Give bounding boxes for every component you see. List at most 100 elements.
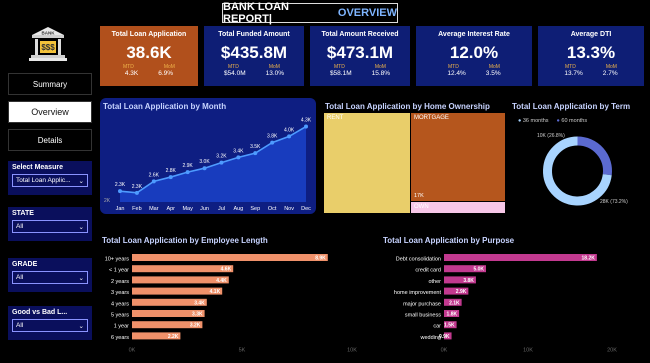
bar-category-label: wedding bbox=[420, 335, 442, 341]
grade-select[interactable]: All ⌄ bbox=[12, 271, 88, 284]
nav-overview-button[interactable]: Overview bbox=[8, 101, 92, 123]
month-data-label: 2.3K bbox=[132, 184, 143, 190]
kpi-title: Total Amount Received bbox=[321, 31, 399, 38]
kpi-sub: $54.0M 13.0% bbox=[223, 70, 285, 77]
bar-category-label: 2 years bbox=[111, 279, 129, 285]
x-tick-label: 10K bbox=[347, 348, 357, 354]
kpi-value: 13.3% bbox=[566, 43, 616, 62]
kpi-sub: $58.1M 15.8% bbox=[329, 70, 391, 77]
month-point bbox=[304, 124, 308, 129]
nav-details-button[interactable]: Details bbox=[8, 129, 92, 151]
bar-value-label: 2.9K bbox=[456, 289, 467, 295]
kpi-title: Average Interest Rate bbox=[438, 31, 510, 38]
bar-value-label: 5.0K bbox=[473, 267, 484, 273]
svg-text:$$$: $$$ bbox=[41, 43, 55, 52]
state-select[interactable]: All ⌄ bbox=[12, 220, 88, 233]
bar-category-label: credit card bbox=[415, 268, 441, 274]
kpi-card-amount-received: Total Amount Received $473.1M MTD MoM $58… bbox=[310, 26, 410, 86]
bar bbox=[132, 265, 234, 273]
month-tick-label: Dec bbox=[301, 206, 311, 212]
month-tick-label: Sep bbox=[250, 206, 260, 212]
treemap-label: MORTGAGE bbox=[414, 115, 449, 121]
month-tick-label: Feb bbox=[132, 206, 141, 212]
bar-value-label: 0.9K bbox=[439, 334, 450, 340]
bar-category-label: 10+ years bbox=[105, 257, 130, 263]
month-data-label: 4.3K bbox=[301, 118, 312, 124]
bar-value-label: 4.6K bbox=[221, 267, 232, 273]
state-filter: STATE All ⌄ bbox=[8, 207, 92, 241]
treemap-label: RENT bbox=[327, 115, 344, 121]
month-point bbox=[151, 179, 156, 184]
month-point bbox=[219, 160, 224, 165]
kpi-card-interest-rate: Average Interest Rate 12.0% MTD MoM 12.4%… bbox=[416, 26, 532, 86]
filter-label: Select Measure bbox=[12, 164, 63, 171]
x-tick-label: 0K bbox=[129, 348, 136, 354]
bar bbox=[132, 254, 328, 261]
month-data-label: 3.4K bbox=[233, 148, 244, 154]
good-bad-loan-select[interactable]: All ⌄ bbox=[12, 319, 88, 332]
select-value: All bbox=[16, 322, 24, 329]
month-point bbox=[287, 134, 292, 139]
chevron-down-icon: ⌄ bbox=[78, 177, 84, 185]
bar-value-label: 1.5K bbox=[444, 323, 455, 329]
x-tick-label: 20K bbox=[607, 348, 617, 354]
bar-category-label: major purchase bbox=[403, 301, 441, 307]
month-tick-label: Apr bbox=[166, 206, 175, 212]
measure-select[interactable]: Total Loan Applic... ⌄ bbox=[12, 174, 88, 187]
filter-label: Good vs Bad L... bbox=[12, 309, 68, 316]
month-data-label: 3.8K bbox=[267, 134, 278, 140]
purpose-chart-title: Total Loan Application by Purpose bbox=[383, 236, 515, 245]
month-tick-label: Jan bbox=[116, 206, 125, 212]
month-data-label: 2.9K bbox=[182, 163, 193, 169]
kpi-sub: 4.3K 6.9% bbox=[124, 70, 174, 77]
term-chart-title: Total Loan Application by Term bbox=[512, 102, 631, 111]
month-tick-label: Oct bbox=[268, 206, 277, 212]
month-y-tick: 2K bbox=[104, 198, 111, 204]
bar-value-label: 2.2K bbox=[168, 334, 179, 340]
treemap-rent[interactable]: RENT bbox=[324, 113, 410, 213]
kpi-value: 12.0% bbox=[449, 43, 499, 62]
bar-category-label: Debt consolidation bbox=[396, 257, 441, 263]
kpi-title: Total Loan Application bbox=[111, 31, 187, 38]
kpi-card-total-applications: Total Loan Application 38.6K MTD MoM 4.3K… bbox=[100, 26, 198, 86]
grade-filter: GRADE All ⌄ bbox=[8, 258, 92, 292]
bar-category-label: 4 years bbox=[111, 301, 129, 307]
month-tick-label: May bbox=[182, 206, 193, 212]
month-point bbox=[185, 170, 190, 175]
treemap-mortgage[interactable]: MORTGAGE 17K bbox=[411, 113, 505, 201]
treemap-label: OWN bbox=[414, 204, 429, 210]
bar-category-label: 5 years bbox=[111, 313, 129, 319]
treemap-own[interactable]: OWN bbox=[411, 202, 505, 213]
purpose-bar-chart: Debt consolidation 18.2K credit card 5.0K ot… bbox=[394, 254, 617, 354]
slice-label-36: 28K (73.2%) bbox=[600, 199, 628, 205]
nav-summary-button[interactable]: Summary bbox=[8, 73, 92, 95]
treemap-value: 17K bbox=[414, 193, 424, 199]
month-data-label: 2.8K bbox=[166, 168, 177, 174]
donut-slice-60-months bbox=[577, 136, 612, 176]
bank-logo-icon: BANK $$$ bbox=[29, 27, 67, 61]
chevron-down-icon: ⌄ bbox=[78, 322, 84, 330]
bar-category-label: 6 years bbox=[111, 335, 129, 341]
month-data-label: 2.6K bbox=[149, 172, 160, 178]
title-subtitle: OVERVIEW bbox=[337, 7, 397, 19]
employee-chart-title: Total Loan Application by Employee Lengt… bbox=[102, 236, 268, 245]
chevron-down-icon: ⌄ bbox=[78, 274, 84, 282]
kpi-value: $473.1M bbox=[326, 43, 394, 62]
filter-label: STATE bbox=[12, 210, 34, 217]
bar-value-label: 8.9K bbox=[315, 256, 326, 262]
month-data-label: 4.0K bbox=[284, 127, 295, 133]
page-title: BANK LOAN REPORT| OVERVIEW bbox=[222, 1, 398, 25]
bar-category-label: small business bbox=[405, 313, 441, 319]
kpi-card-average-dti: Average DTI 13.3% MTD MoM 13.7% 2.7% bbox=[538, 26, 644, 86]
kpi-card-funded-amount: Total Funded Amount $435.8M MTD MoM $54.0… bbox=[204, 26, 304, 86]
month-point bbox=[270, 140, 275, 145]
bar-category-label: 3 years bbox=[111, 290, 129, 296]
filter-label: GRADE bbox=[12, 261, 38, 268]
select-value: Total Loan Applic... bbox=[16, 177, 71, 184]
bar-value-label: 4.4K bbox=[216, 278, 227, 284]
bar-category-label: 1 year bbox=[114, 324, 129, 330]
title-text: BANK LOAN REPORT| bbox=[223, 1, 289, 25]
month-tick-label: Nov bbox=[284, 206, 294, 212]
good-bad-loan-filter: Good vs Bad L... All ⌄ bbox=[8, 306, 92, 340]
month-point bbox=[134, 190, 139, 195]
